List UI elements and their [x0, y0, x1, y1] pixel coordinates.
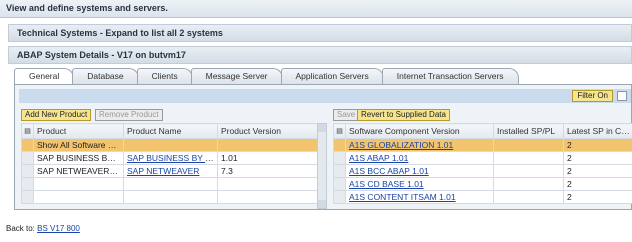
- tab-application-servers[interactable]: Application Servers: [280, 68, 384, 84]
- scroll-up-icon[interactable]: [318, 124, 326, 132]
- column-header-product-version[interactable]: Product Version: [217, 123, 318, 139]
- row-selector[interactable]: [333, 151, 346, 165]
- product-name-text[interactable]: SAP BUSINESS BY DE...: [127, 153, 217, 163]
- software-components-table: ▤ Software Component Version Installed S…: [333, 123, 632, 204]
- row-selector[interactable]: [333, 177, 346, 191]
- component-text[interactable]: A1S BCC ABAP 1.01: [349, 166, 429, 176]
- table-row: [21, 177, 318, 191]
- scroll-down-icon[interactable]: [318, 200, 326, 208]
- table-row: [21, 190, 318, 204]
- tab-message-server[interactable]: Message Server: [190, 68, 283, 84]
- latest-sp-cell: 2: [563, 151, 632, 165]
- installed-sp-cell: [493, 151, 564, 165]
- installed-sp-cell: [493, 190, 564, 204]
- column-header-product-name[interactable]: Product Name: [123, 123, 218, 139]
- latest-sp-cell: 2: [563, 177, 632, 191]
- product-version-cell: [217, 177, 318, 191]
- row-selector[interactable]: [21, 138, 34, 152]
- table-row[interactable]: SAP BUSINESS BY DE... SAP BUSINESS BY DE…: [21, 151, 318, 165]
- product-name-cell: [123, 138, 218, 152]
- latest-sp-cell: 2: [563, 138, 632, 152]
- table-row[interactable]: Show All Software C...: [21, 138, 318, 152]
- table-row[interactable]: A1S CD BASE 1.01 2: [333, 177, 632, 191]
- component-link[interactable]: A1S GLOBALIZATION 1.01: [345, 138, 494, 152]
- tab-strip: General Database Clients Message Server …: [14, 68, 519, 84]
- technical-systems-tray[interactable]: Technical Systems - Expand to list all 2…: [8, 24, 632, 42]
- add-new-product-button[interactable]: Add New Product: [21, 109, 92, 121]
- tab-panel: Filter On Add New Product Remove Product…: [14, 84, 632, 210]
- installed-sp-cell: [493, 177, 564, 191]
- product-version-cell: 7.3: [217, 164, 318, 178]
- product-cell: [33, 177, 124, 191]
- filter-toolbar: Filter On: [19, 89, 631, 103]
- product-version-cell: 1.01: [217, 151, 318, 165]
- component-link[interactable]: A1S CD BASE 1.01: [345, 177, 494, 191]
- component-text[interactable]: A1S GLOBALIZATION 1.01: [349, 140, 453, 150]
- product-cell: Show All Software C...: [33, 138, 124, 152]
- row-selector[interactable]: [21, 151, 34, 165]
- column-header-latest-sp[interactable]: Latest SP in CR ...: [563, 123, 632, 139]
- product-version-cell: [217, 138, 318, 152]
- select-all-icon[interactable]: ▤: [21, 123, 34, 139]
- remove-product-button[interactable]: Remove Product: [95, 109, 163, 121]
- table-row[interactable]: A1S GLOBALIZATION 1.01 2: [333, 138, 632, 152]
- product-name-cell: [123, 177, 218, 191]
- product-version-cell: [217, 190, 318, 204]
- products-table: ▤ Product Product Name Product Version S…: [21, 123, 318, 204]
- table-row[interactable]: A1S ABAP 1.01 2: [333, 151, 632, 165]
- system-details-tray[interactable]: ABAP System Details - V17 on butvm17: [8, 46, 632, 64]
- table-row[interactable]: A1S BCC ABAP 1.01 2: [333, 164, 632, 178]
- component-text[interactable]: A1S CD BASE 1.01: [349, 179, 424, 189]
- component-text[interactable]: A1S CONTENT ITSAM 1.01: [349, 192, 456, 202]
- product-name-text[interactable]: SAP NETWEAVER: [127, 166, 199, 176]
- row-selector[interactable]: [21, 190, 34, 204]
- product-cell: SAP BUSINESS BY DE...: [33, 151, 124, 165]
- component-link[interactable]: A1S BCC ABAP 1.01: [345, 164, 494, 178]
- latest-sp-cell: 2: [563, 190, 632, 204]
- filter-on-button[interactable]: Filter On: [572, 90, 613, 102]
- component-text[interactable]: A1S ABAP 1.01: [349, 153, 408, 163]
- page-header: View and define systems and servers.: [0, 0, 632, 18]
- settings-icon[interactable]: [617, 91, 627, 101]
- product-name-link[interactable]: SAP BUSINESS BY DE...: [123, 151, 218, 165]
- select-all-icon[interactable]: ▤: [333, 123, 346, 139]
- table-row[interactable]: SAP NETWEAVER 7.3 SAP NETWEAVER 7.3: [21, 164, 318, 178]
- back-to-link[interactable]: BS V17 800: [37, 224, 80, 233]
- row-selector[interactable]: [333, 164, 346, 178]
- installed-sp-cell: [493, 164, 564, 178]
- product-name-link[interactable]: SAP NETWEAVER: [123, 164, 218, 178]
- row-selector[interactable]: [333, 190, 346, 204]
- vertical-scrollbar[interactable]: [317, 123, 327, 209]
- back-to-label: Back to:: [6, 224, 35, 233]
- row-selector[interactable]: [333, 138, 346, 152]
- component-link[interactable]: A1S CONTENT ITSAM 1.01: [345, 190, 494, 204]
- product-cell: SAP NETWEAVER 7.3: [33, 164, 124, 178]
- tab-database[interactable]: Database: [72, 68, 139, 84]
- row-selector[interactable]: [21, 177, 34, 191]
- row-selector[interactable]: [21, 164, 34, 178]
- save-button[interactable]: Save: [333, 109, 360, 121]
- table-row[interactable]: A1S CONTENT ITSAM 1.01 2: [333, 190, 632, 204]
- installed-sp-cell: [493, 138, 564, 152]
- column-header-installed-sp[interactable]: Installed SP/PL: [493, 123, 564, 139]
- tab-general[interactable]: General: [14, 68, 75, 84]
- product-name-cell: [123, 190, 218, 204]
- tab-clients[interactable]: Clients: [136, 68, 193, 84]
- column-header-software-component-version[interactable]: Software Component Version: [345, 123, 494, 139]
- component-link[interactable]: A1S ABAP 1.01: [345, 151, 494, 165]
- latest-sp-cell: 2: [563, 164, 632, 178]
- revert-to-supplied-data-button[interactable]: Revert to Supplied Data: [357, 109, 450, 121]
- column-header-product[interactable]: Product: [33, 123, 124, 139]
- tab-internet-transaction-servers[interactable]: Internet Transaction Servers: [381, 68, 519, 84]
- back-to-row: Back to: BS V17 800: [6, 224, 80, 233]
- product-cell: [33, 190, 124, 204]
